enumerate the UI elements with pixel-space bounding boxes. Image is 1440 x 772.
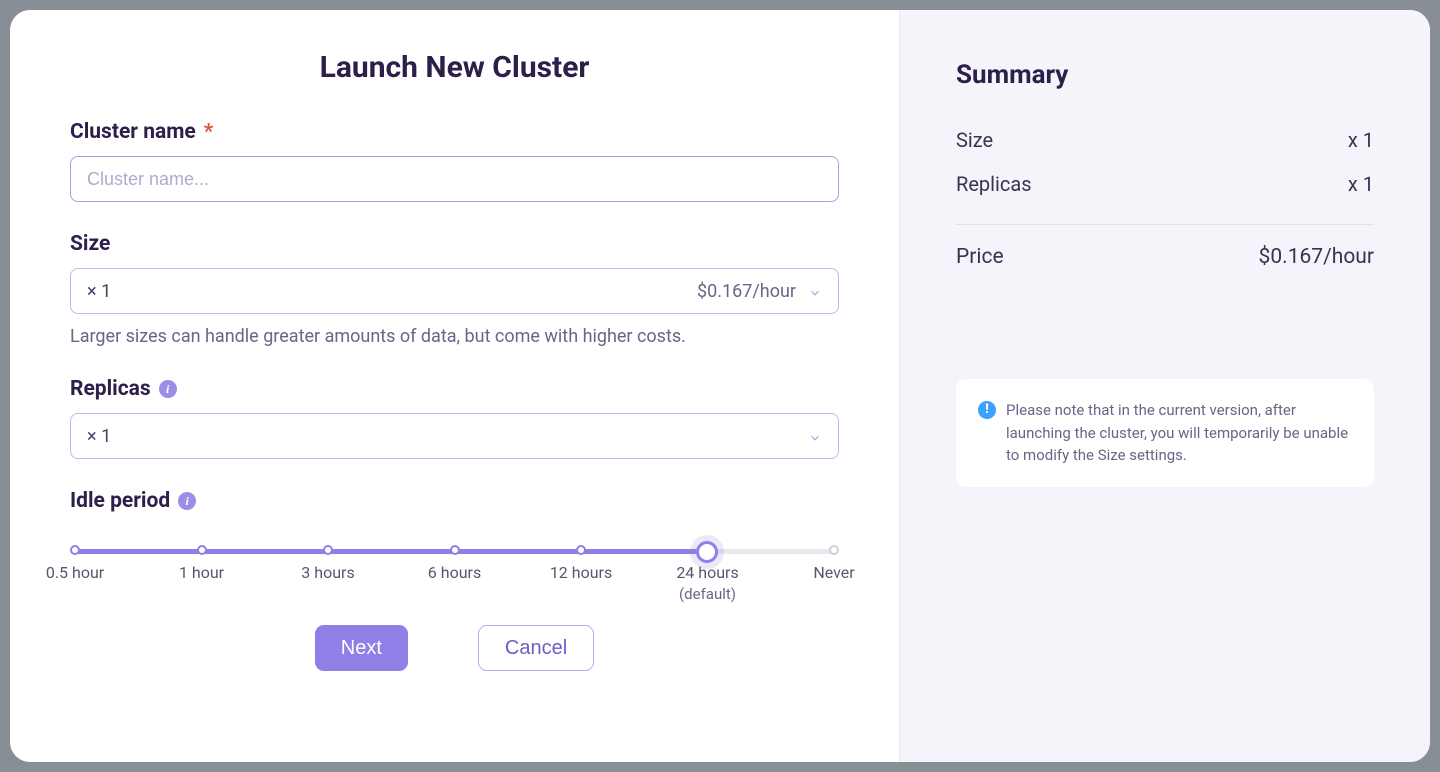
slider-tick-label: Never: [813, 563, 854, 582]
size-label: Size: [70, 232, 839, 256]
form-panel: Launch New Cluster Cluster name * Size ×…: [10, 10, 900, 762]
summary-replicas-row: Replicas x 1: [956, 162, 1374, 206]
slider-tick[interactable]: 3 hours: [323, 545, 333, 555]
slider-default-sub: (default): [679, 585, 736, 603]
modal-title: Launch New Cluster: [70, 50, 839, 85]
note-text: Please note that in the current version,…: [1006, 399, 1352, 467]
replicas-field: Replicas i × 1: [70, 377, 839, 459]
slider-tick-label: 12 hours: [550, 563, 612, 582]
chevron-down-icon: [808, 284, 822, 298]
size-field: Size × 1 $0.167/hour Larger sizes can ha…: [70, 232, 839, 347]
slider-tick-dot: [450, 545, 460, 555]
note-box: ! Please note that in the current versio…: [956, 379, 1374, 487]
slider-tick-dot: [576, 545, 586, 555]
cancel-button[interactable]: Cancel: [478, 625, 594, 671]
slider-tick-label: 6 hours: [428, 563, 481, 582]
slider-tick-dot: [323, 545, 333, 555]
size-price: $0.167/hour: [697, 281, 796, 302]
slider-tick[interactable]: 1 hour: [197, 545, 207, 555]
size-select[interactable]: × 1 $0.167/hour: [70, 268, 839, 314]
cluster-name-field: Cluster name *: [70, 120, 839, 202]
next-button[interactable]: Next: [315, 625, 408, 671]
cluster-name-input[interactable]: [70, 156, 839, 202]
slider-tick-label: 1 hour: [179, 563, 224, 582]
size-helper: Larger sizes can handle greater amounts …: [70, 326, 839, 347]
replicas-value: × 1: [87, 426, 111, 447]
slider-tick[interactable]: 0.5 hour: [70, 545, 80, 555]
action-buttons: Next Cancel: [70, 625, 839, 671]
size-value: × 1: [87, 281, 111, 302]
slider-tick-label: 24 hours: [676, 563, 738, 582]
launch-cluster-modal: Launch New Cluster Cluster name * Size ×…: [10, 10, 1430, 762]
summary-divider: [956, 224, 1374, 225]
slider-tick[interactable]: Never: [829, 545, 839, 555]
info-icon[interactable]: i: [178, 492, 196, 510]
replicas-select[interactable]: × 1: [70, 413, 839, 459]
idle-period-label: Idle period i: [70, 489, 839, 513]
chevron-down-icon: [808, 429, 822, 443]
summary-size-row: Size x 1: [956, 118, 1374, 162]
summary-price-row: Price $0.167/hour: [956, 235, 1374, 279]
idle-period-field: Idle period i 0.5 hour 1 hour 3 hours 6 hou…: [70, 489, 839, 605]
idle-period-slider[interactable]: 0.5 hour 1 hour 3 hours 6 hours 12 hours 24 h…: [70, 525, 839, 605]
slider-handle[interactable]: [696, 541, 718, 563]
replicas-label: Replicas i: [70, 377, 839, 401]
info-icon[interactable]: i: [159, 380, 177, 398]
slider-tick-dot: [70, 545, 80, 555]
slider-tick[interactable]: 12 hours: [576, 545, 586, 555]
cluster-name-label: Cluster name *: [70, 120, 839, 144]
slider-tick-label: 3 hours: [301, 563, 354, 582]
summary-panel: Summary Size x 1 Replicas x 1 Price $0.1…: [900, 10, 1430, 762]
slider-tick-label: 0.5 hour: [46, 563, 104, 582]
slider-tick[interactable]: 6 hours: [450, 545, 460, 555]
alert-icon: !: [978, 401, 996, 419]
required-asterisk: *: [204, 120, 214, 144]
slider-tick-dot: [829, 545, 839, 555]
slider-tick-dot: [197, 545, 207, 555]
slider-ticks: 0.5 hour1 hour3 hours6 hours12 hours24 h…: [70, 545, 839, 555]
summary-title: Summary: [956, 60, 1374, 90]
